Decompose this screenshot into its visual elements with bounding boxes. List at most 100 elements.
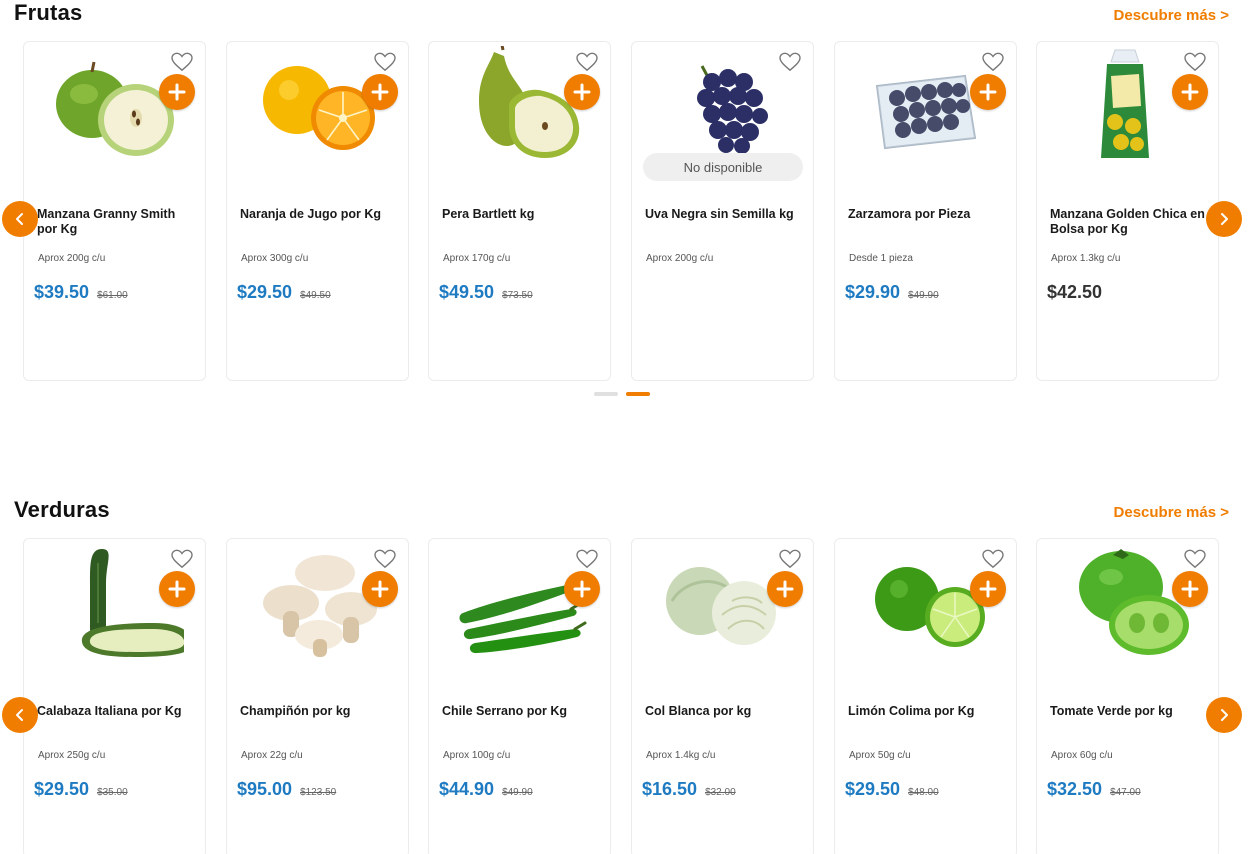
heart-icon: [982, 549, 1004, 569]
favorite-button[interactable]: [574, 546, 600, 572]
product-price: $16.50: [642, 779, 698, 799]
product-card[interactable]: Calabaza Italiana por Kg Aprox 250g c/u …: [23, 538, 206, 854]
add-to-cart-button[interactable]: [1172, 571, 1208, 607]
plus-icon: [573, 580, 591, 598]
product-card[interactable]: Champiñón por kg Aprox 22g c/u $95.00 $1…: [226, 538, 409, 854]
product-approx: Aprox 300g c/u: [241, 253, 309, 264]
plus-icon: [776, 580, 794, 598]
favorite-button[interactable]: [372, 49, 398, 75]
price-row: $95.00 $123.50: [237, 779, 336, 800]
product-price: $42.50: [1047, 282, 1103, 302]
product-name[interactable]: Calabaza Italiana por Kg: [37, 704, 197, 719]
carousel-prev-button[interactable]: [2, 201, 38, 237]
heart-icon: [576, 549, 598, 569]
price-row: $42.50: [1047, 282, 1102, 303]
product-card[interactable]: Chile Serrano por Kg Aprox 100g c/u $44.…: [428, 538, 611, 854]
favorite-button[interactable]: [980, 49, 1006, 75]
product-approx: Aprox 1.4kg c/u: [646, 750, 716, 761]
product-image[interactable]: [449, 39, 589, 166]
product-name[interactable]: Naranja de Jugo por Kg: [240, 207, 400, 222]
product-card[interactable]: Zarzamora por Pieza Desde 1 pieza $29.90…: [834, 41, 1017, 381]
product-card[interactable]: Manzana Golden Chica en Bolsa por Kg Apr…: [1036, 41, 1219, 381]
product-approx: Aprox 22g c/u: [241, 750, 303, 761]
product-old-price: $49.50: [300, 290, 331, 301]
product-name[interactable]: Champiñón por kg: [240, 704, 400, 719]
product-old-price: $61.00: [97, 290, 128, 301]
favorite-button[interactable]: [574, 49, 600, 75]
carousel-next-button[interactable]: [1206, 697, 1242, 733]
product-image[interactable]: [1057, 46, 1197, 166]
add-to-cart-button[interactable]: [362, 571, 398, 607]
carousel-next-button[interactable]: [1206, 201, 1242, 237]
discover-more-link[interactable]: Descubre más >: [1114, 504, 1229, 521]
product-approx: Aprox 1.3kg c/u: [1051, 253, 1121, 264]
green-apple-icon: [56, 61, 174, 156]
discover-more-link[interactable]: Descubre más >: [1114, 7, 1229, 24]
favorite-button[interactable]: [777, 546, 803, 572]
product-image[interactable]: [855, 543, 995, 663]
pagination-dot[interactable]: [594, 392, 618, 396]
add-to-cart-button[interactable]: [564, 74, 600, 110]
price-row: $29.50 $48.00: [845, 779, 939, 800]
product-card[interactable]: Pera Bartlett kg Aprox 170g c/u $49.50 $…: [428, 39, 611, 381]
blackberries-icon: [875, 74, 977, 150]
product-name[interactable]: Manzana Granny Smith por Kg: [37, 207, 197, 237]
product-name[interactable]: Limón Colima por Kg: [848, 704, 1008, 719]
product-card[interactable]: Tomate Verde por kg Aprox 60g c/u $32.50…: [1036, 538, 1219, 854]
add-to-cart-button[interactable]: [970, 74, 1006, 110]
verduras-section: Verduras Descubre más > Calabaza Italian…: [0, 495, 1253, 854]
product-approx: Desde 1 pieza: [849, 253, 913, 264]
product-price: $44.90: [439, 779, 495, 799]
product-card[interactable]: Limón Colima por Kg Aprox 50g c/u $29.50…: [834, 538, 1017, 854]
product-name[interactable]: Pera Bartlett kg: [442, 207, 602, 222]
unavailable-badge: No disponible: [643, 153, 803, 181]
favorite-button[interactable]: [980, 546, 1006, 572]
product-name[interactable]: Tomate Verde por kg: [1050, 704, 1210, 719]
add-to-cart-button[interactable]: [159, 74, 195, 110]
product-image[interactable]: [44, 543, 193, 663]
favorite-button[interactable]: [372, 546, 398, 572]
add-to-cart-button[interactable]: [564, 571, 600, 607]
section-title: Frutas: [14, 0, 83, 25]
product-name[interactable]: Zarzamora por Pieza: [848, 207, 1008, 222]
product-name[interactable]: Manzana Golden Chica en Bolsa por Kg: [1050, 207, 1210, 237]
add-to-cart-button[interactable]: [362, 74, 398, 110]
product-name[interactable]: Col Blanca por kg: [645, 704, 805, 719]
plus-icon: [168, 83, 186, 101]
product-image[interactable]: [652, 46, 792, 166]
product-image[interactable]: [247, 46, 387, 166]
add-to-cart-button[interactable]: [970, 571, 1006, 607]
pear-icon: [479, 39, 580, 158]
product-image[interactable]: [1057, 543, 1197, 663]
product-name[interactable]: Chile Serrano por Kg: [442, 704, 602, 719]
product-price: $39.50: [34, 282, 90, 302]
add-to-cart-button[interactable]: [159, 571, 195, 607]
product-image[interactable]: [652, 543, 792, 663]
product-image[interactable]: [449, 543, 589, 663]
frutas-section: Frutas Descubre más > Manzana Granny Smi…: [0, 0, 1253, 420]
product-name[interactable]: Uva Negra sin Semilla kg: [645, 207, 805, 222]
product-old-price: $73.50: [502, 290, 533, 301]
pagination-dot-active[interactable]: [626, 392, 650, 396]
favorite-button[interactable]: [169, 49, 195, 75]
product-card[interactable]: Col Blanca por kg Aprox 1.4kg c/u $16.50…: [631, 538, 814, 854]
mushrooms-icon: [263, 555, 377, 657]
price-row: $32.50 $47.00: [1047, 779, 1141, 800]
product-card[interactable]: Naranja de Jugo por Kg Aprox 300g c/u $2…: [226, 41, 409, 381]
plus-icon: [1181, 83, 1199, 101]
product-image[interactable]: [44, 46, 184, 166]
carousel-prev-button[interactable]: [2, 697, 38, 733]
favorite-button[interactable]: [777, 49, 803, 75]
product-image[interactable]: [855, 46, 995, 166]
product-price: $29.90: [845, 282, 901, 302]
product-image[interactable]: [247, 543, 387, 663]
product-card[interactable]: Manzana Granny Smith por Kg Aprox 200g c…: [23, 41, 206, 381]
favorite-button[interactable]: [1182, 546, 1208, 572]
heart-icon: [1184, 549, 1206, 569]
add-to-cart-button[interactable]: [767, 571, 803, 607]
favorite-button[interactable]: [169, 546, 195, 572]
favorite-button[interactable]: [1182, 49, 1208, 75]
product-card[interactable]: No disponible Uva Negra sin Semilla kg A…: [631, 41, 814, 381]
product-approx: Aprox 100g c/u: [443, 750, 511, 761]
add-to-cart-button[interactable]: [1172, 74, 1208, 110]
